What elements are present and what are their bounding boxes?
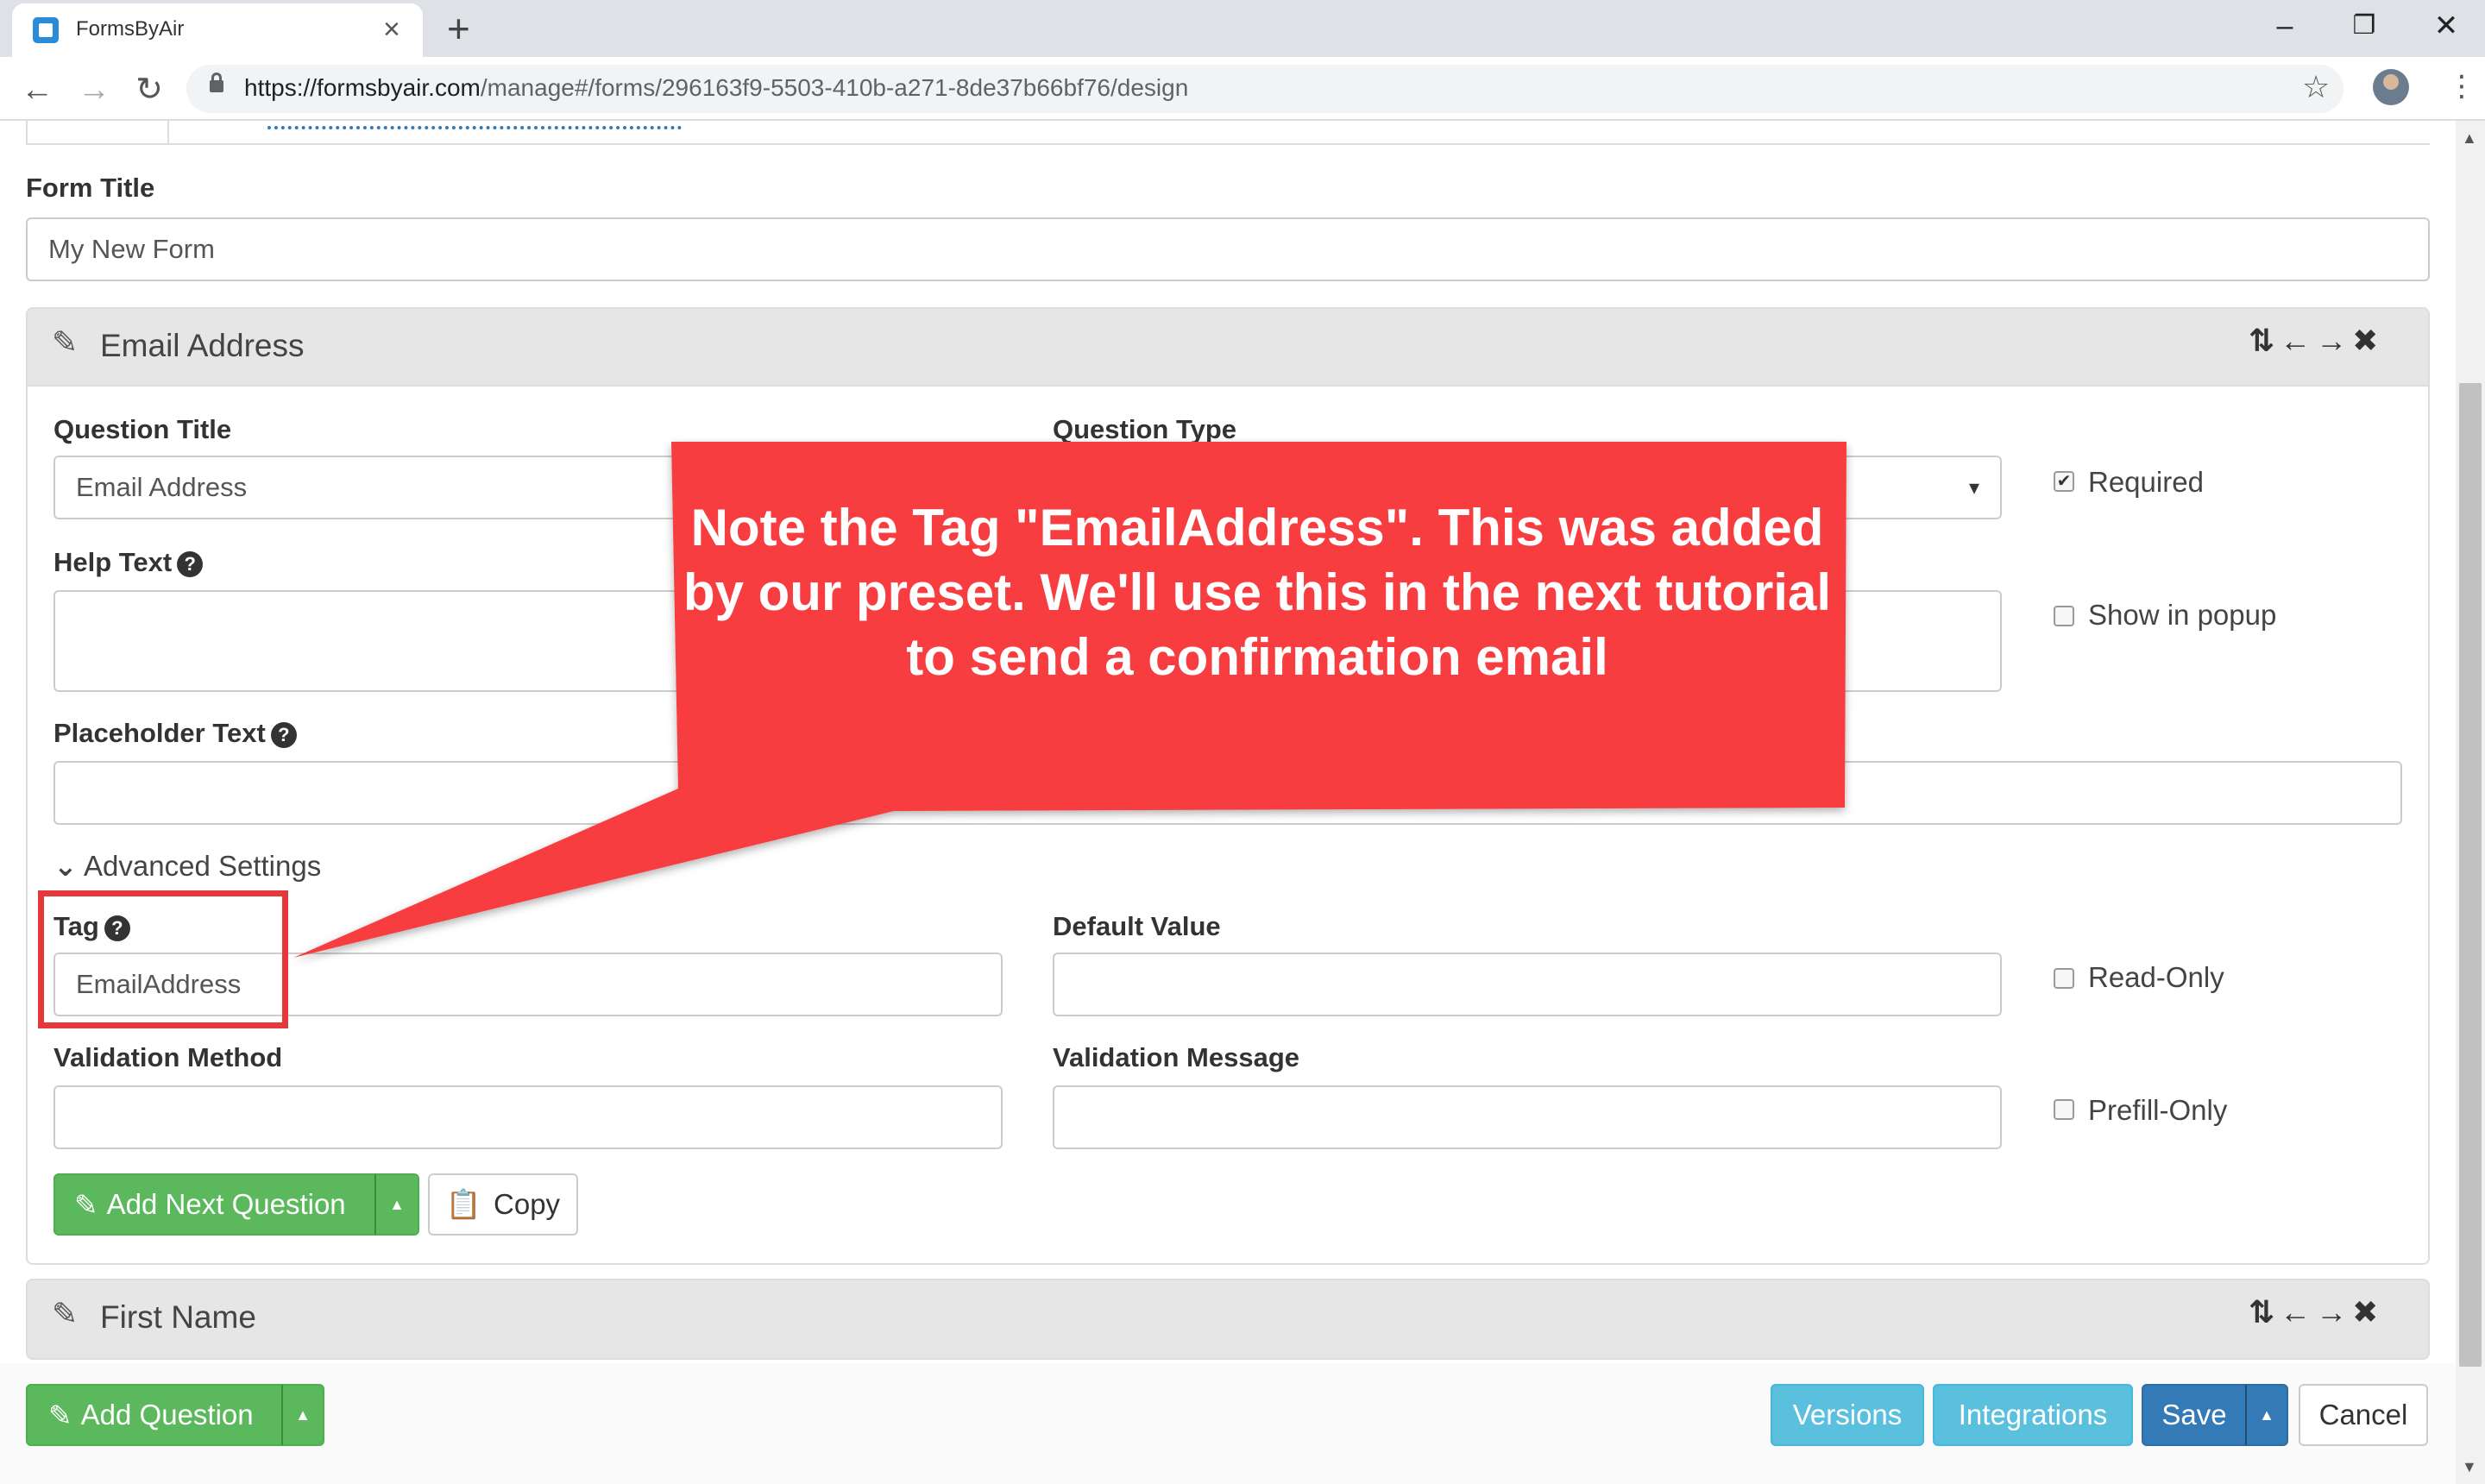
callout-shape bbox=[293, 442, 1846, 958]
callout-text: Note the Tag "EmailAddress". This was ad… bbox=[683, 499, 1832, 686]
tag-highlight-box bbox=[38, 890, 288, 1028]
